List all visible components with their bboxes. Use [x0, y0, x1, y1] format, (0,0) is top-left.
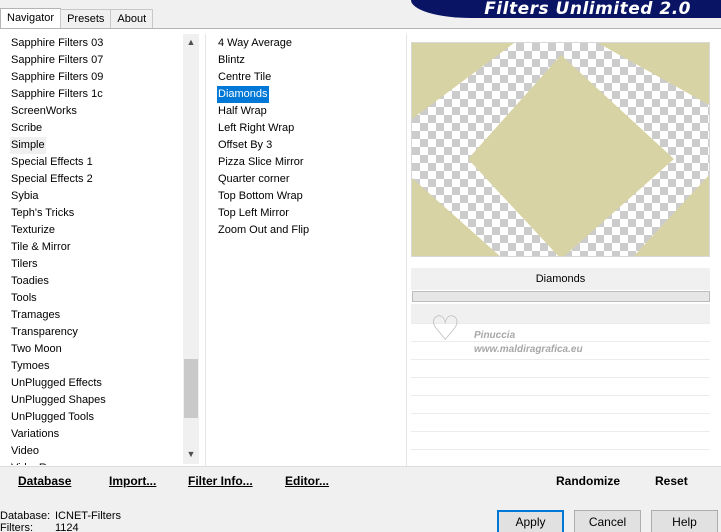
tab-navigator[interactable]: Navigator	[0, 8, 62, 28]
column-divider	[205, 34, 206, 466]
column-divider	[406, 34, 407, 466]
category-list-item[interactable]: Sapphire Filters 1c	[10, 86, 104, 103]
category-list-item[interactable]: Tramages	[10, 307, 61, 324]
filter-preview	[411, 42, 710, 257]
filter-list-item[interactable]: Pizza Slice Mirror	[217, 154, 305, 171]
import-button[interactable]: Import...	[109, 474, 156, 488]
category-list-item[interactable]: Scribe	[10, 120, 43, 137]
filter-list-item[interactable]: Half Wrap	[217, 103, 268, 120]
category-list-item[interactable]: Video	[10, 443, 40, 460]
filter-list-item[interactable]: Offset By 3	[217, 137, 273, 154]
category-list-item[interactable]: VideoRave	[10, 460, 66, 465]
current-filter-label: Diamonds	[411, 268, 710, 290]
category-list-item[interactable]: Sapphire Filters 07	[10, 52, 104, 69]
category-list-item[interactable]: Tile & Mirror	[10, 239, 71, 256]
category-list-item[interactable]: UnPlugged Effects	[10, 375, 103, 392]
category-list-item[interactable]: Two Moon	[10, 341, 63, 358]
category-list-item[interactable]: Texturize	[10, 222, 56, 239]
category-list-item[interactable]: Tilers	[10, 256, 38, 273]
tab-presets[interactable]: Presets	[60, 9, 112, 28]
category-list-item[interactable]: Tools	[10, 290, 38, 307]
database-status: Database: ICNET-Filters	[0, 510, 121, 522]
filter-list-item[interactable]: Zoom Out and Flip	[217, 222, 310, 239]
control-row	[411, 396, 710, 414]
category-list-item[interactable]: Sapphire Filters 03	[10, 35, 104, 52]
filter-list-item[interactable]: Diamonds	[217, 86, 269, 103]
help-button[interactable]: Help	[651, 510, 718, 532]
filter-list-item[interactable]: Blintz	[217, 52, 246, 69]
category-list-item[interactable]: Variations	[10, 426, 60, 443]
filter-list-item[interactable]: Centre Tile	[217, 69, 272, 86]
category-list-item[interactable]: UnPlugged Tools	[10, 409, 95, 426]
database-label: Database:	[0, 510, 51, 522]
tab-about[interactable]: About	[110, 9, 154, 28]
randomize-button[interactable]: Randomize	[556, 474, 620, 488]
cancel-button[interactable]: Cancel	[574, 510, 641, 532]
category-list-item[interactable]: Toadies	[10, 273, 50, 290]
filters-status: Filters: 1124	[0, 522, 79, 532]
editor-button[interactable]: Editor...	[285, 474, 329, 488]
watermark-url: www.maldiragrafica.eu	[474, 344, 583, 355]
category-list-item[interactable]: Sybia	[10, 188, 40, 205]
tab-strip: Navigator Presets About	[0, 8, 154, 28]
category-list-item[interactable]: Transparency	[10, 324, 79, 341]
filter-list-item[interactable]: Left Right Wrap	[217, 120, 295, 137]
scroll-down-icon[interactable]: ▼	[183, 446, 199, 462]
filters-label: Filters:	[0, 522, 33, 532]
progress-bar	[412, 291, 710, 302]
database-value: ICNET-Filters	[55, 510, 121, 522]
filter-list-item[interactable]: Top Left Mirror	[217, 205, 290, 222]
diamonds-preview-image	[412, 43, 709, 256]
category-scrollbar[interactable]: ▲ ▼	[183, 34, 199, 464]
category-list-item[interactable]: Special Effects 1	[10, 154, 94, 171]
filter-info-button[interactable]: Filter Info...	[188, 474, 253, 488]
category-list-item[interactable]: ScreenWorks	[10, 103, 78, 120]
scroll-up-icon[interactable]: ▲	[183, 34, 199, 50]
category-list-item[interactable]: Tymoes	[10, 358, 51, 375]
apply-button[interactable]: Apply	[497, 510, 564, 532]
control-row	[411, 414, 710, 432]
category-list: Sapphire Filters 03 Sapphire Filters 07 Sa…	[10, 35, 180, 465]
control-row	[411, 432, 710, 450]
filters-count: 1124	[55, 522, 79, 532]
reset-button[interactable]: Reset	[655, 474, 688, 488]
control-row	[411, 360, 710, 378]
app-title-banner: Filters Unlimited 2.0	[411, 0, 721, 18]
category-list-item[interactable]: Sapphire Filters 09	[10, 69, 104, 86]
database-button[interactable]: Database	[18, 474, 71, 488]
control-row	[411, 378, 710, 396]
category-list-item[interactable]: Special Effects 2	[10, 171, 94, 188]
watermark-name: Pinuccia	[474, 330, 516, 341]
filter-list: 4 Way Average Blintz Centre Tile Diamonds Ha…	[217, 35, 397, 239]
filter-list-item[interactable]: 4 Way Average	[217, 35, 293, 52]
scrollbar-thumb[interactable]	[184, 359, 198, 418]
filter-list-item[interactable]: Quarter corner	[217, 171, 291, 188]
category-list-item[interactable]: UnPlugged Shapes	[10, 392, 107, 409]
category-list-item[interactable]: Teph's Tricks	[10, 205, 75, 222]
category-list-item[interactable]: Simple	[10, 137, 46, 154]
filter-list-item[interactable]: Top Bottom Wrap	[217, 188, 304, 205]
heart-logo-icon: ♡	[430, 310, 461, 348]
action-bar: Database Import... Filter Info... Editor…	[0, 466, 721, 494]
